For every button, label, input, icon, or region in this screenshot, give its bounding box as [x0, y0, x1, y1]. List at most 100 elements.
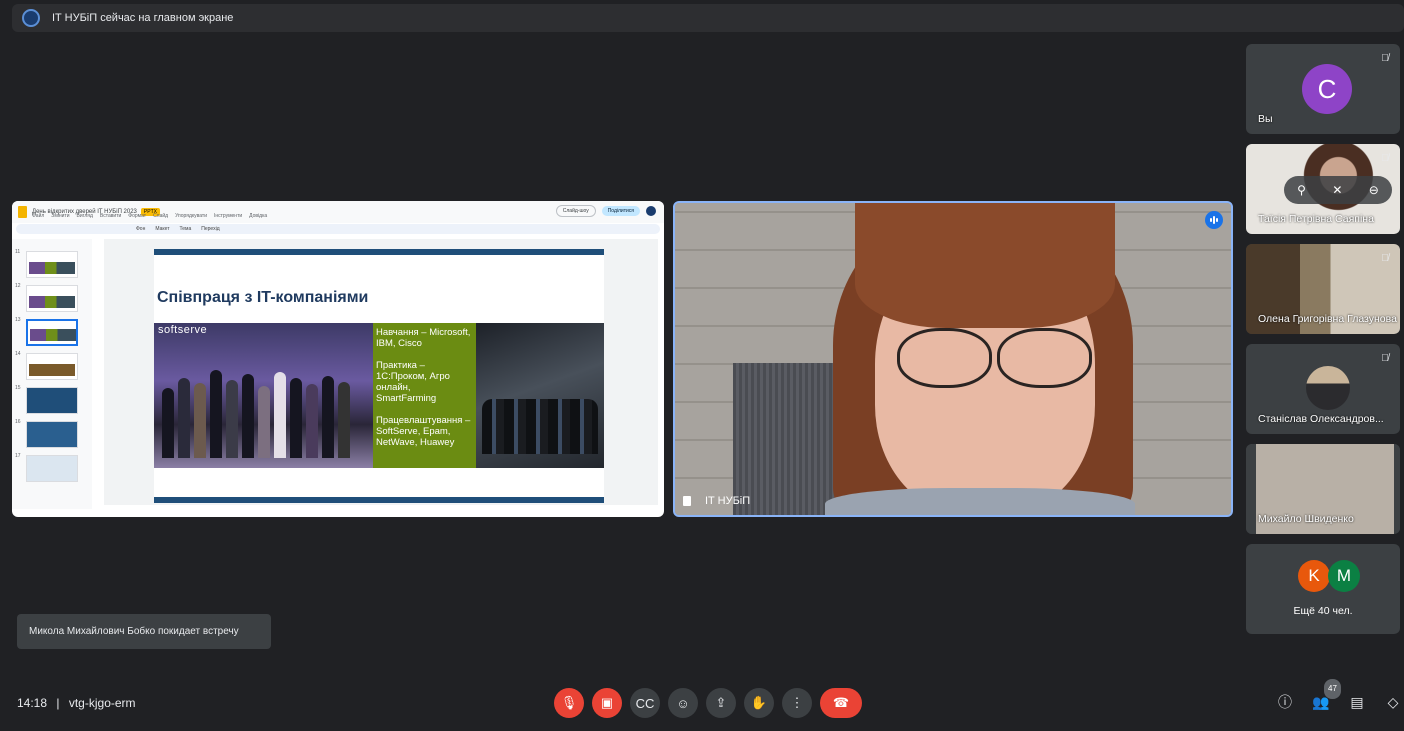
account-avatar [646, 206, 656, 216]
slideshow-button: Слайд-шоу [555, 205, 596, 217]
menu-item: Упорядкувати [175, 213, 207, 219]
slide-number: 15 [15, 385, 21, 391]
avatar: M [1328, 560, 1360, 592]
employment-line: Працевлаштування – SoftServe, Epam, NetW… [376, 415, 471, 448]
presentation-tile[interactable]: День відкритих дверей IT НУБіП 2023 PPTX… [12, 201, 664, 517]
participant-name: Станіслав Олександров... [1258, 413, 1384, 425]
info-icon[interactable]: ⓘ [1276, 693, 1294, 711]
menu-item: Змінити [51, 213, 70, 219]
mute-icon[interactable]: ✕ [1332, 183, 1342, 197]
menu-item: Файл [32, 213, 45, 219]
participant-name: Михайло Швиденко [1258, 513, 1354, 525]
more-participants-tile[interactable]: K M Ещё 40 чел. [1246, 544, 1400, 634]
speaker-name: IT НУБіП [705, 495, 751, 507]
more-avatars: K M [1298, 560, 1360, 592]
call-controls: 🎙 ▣ CC ☺ ⇪ ✋ ⋮ ☎ [554, 688, 862, 718]
toolbar-item: Макет [155, 226, 170, 232]
slide-thumbnail [26, 455, 78, 482]
tile-hover-controls[interactable]: ⚲ ✕ ⊖ [1284, 176, 1392, 204]
people-count: 47 [1324, 679, 1341, 699]
slide-bottom-bar [154, 497, 604, 503]
chat-icon[interactable]: ▤ [1348, 693, 1366, 711]
slide-number: 11 [15, 249, 21, 255]
editor-actions: Слайд-шоу Поділитися [555, 205, 656, 217]
slide-number: 14 [15, 351, 21, 357]
mic-off-icon: 🎙̸ [1381, 353, 1389, 364]
current-time: 14:18 [17, 696, 48, 710]
slide-thumbnail [26, 285, 78, 312]
slide-thumbnail-selected [26, 319, 78, 346]
pin-icon[interactable]: ⚲ [1297, 183, 1306, 197]
separator: | [56, 696, 60, 710]
remove-icon[interactable]: ⊖ [1369, 183, 1379, 197]
meeting-info: 14:18 | vtg-kjgo-erm [17, 696, 136, 710]
mic-off-icon: 🎙̸ [1381, 153, 1389, 164]
activities-icon[interactable]: ◇ [1384, 693, 1402, 711]
slide-title: Співпраця з IT-компаніями [157, 289, 369, 306]
more-count-label: Ещё 40 чел. [1293, 605, 1353, 617]
mic-off-icon: 🎙̸ [1381, 53, 1389, 64]
speaker-tile[interactable]: IT НУБіП [673, 201, 1233, 517]
pin-icon [683, 496, 691, 506]
toolbar-item: Тема [179, 226, 192, 232]
menu-item: Вигляд [76, 213, 93, 219]
editor-toolbar: Фон Макет Тема Перехід [16, 224, 660, 234]
side-controls: ⓘ 👥 47 ▤ ◇ [1276, 679, 1402, 711]
slide-number: 16 [15, 419, 21, 425]
captions-button[interactable]: CC [630, 688, 660, 718]
practice-line: Практика – 1С:Проком, Агро онлайн, Smart… [376, 360, 450, 404]
slide-thumbnail [26, 251, 78, 278]
people-icon[interactable]: 👥 47 [1312, 679, 1341, 711]
menu-item: Довідка [249, 213, 268, 219]
more-options-button[interactable]: ⋮ [782, 688, 812, 718]
emoji-button[interactable]: ☺ [668, 688, 698, 718]
participant-name: Таїсія Петрівна Саяпіна [1258, 213, 1374, 225]
avatar: C [1302, 64, 1352, 114]
cooperation-text-box: Навчання – Microsoft, IBM, Cisco Практик… [373, 323, 476, 468]
slide-top-bar [154, 249, 604, 255]
avatar [1306, 366, 1350, 410]
slide-thumbnail [26, 421, 78, 448]
current-slide: Співпраця з IT-компаніями softserve Навч… [154, 249, 604, 503]
slide-number: 13 [15, 317, 21, 323]
leave-notification: Микола Михайлович Бобко покидает встречу [17, 614, 271, 649]
slide-filmstrip: 11 12 13 14 15 16 17 [12, 239, 92, 509]
banner-text: IT НУБіП сейчас на главном экране [52, 12, 234, 24]
participant-tile[interactable]: ⚲ ✕ ⊖ 🎙̸ Таїсія Петрівна Саяпіна [1246, 144, 1400, 234]
speaking-indicator-icon [1205, 211, 1223, 229]
people-group [162, 363, 362, 458]
participant-tile[interactable]: 🎙̸ Олена Григорівна Глазунова [1246, 244, 1400, 334]
study-line: Навчання – Microsoft, IBM, Cisco [376, 327, 471, 349]
presenting-banner: IT НУБіП сейчас на главном экране [12, 4, 1404, 32]
menu-item: Слайд [153, 213, 169, 219]
speaker-shirt [825, 488, 1135, 515]
toolbar-item: Перехід [201, 226, 220, 232]
group-photo: softserve [154, 323, 373, 468]
mic-off-icon: 🎙̸ [1381, 253, 1389, 264]
bottom-toolbar: 14:18 | vtg-kjgo-erm 🎙 ▣ CC ☺ ⇪ ✋ ⋮ ☎ ⓘ … [0, 679, 1404, 724]
participant-name: Вы [1258, 113, 1273, 125]
slide-thumbnail [26, 353, 78, 380]
menu-item: Інструменти [213, 213, 243, 219]
slide-thumbnail [26, 387, 78, 414]
participant-tile[interactable]: Михайло Швиденко [1246, 444, 1400, 534]
slide-number: 12 [15, 283, 21, 289]
leave-call-button[interactable]: ☎ [820, 688, 862, 718]
glasses-right [997, 328, 1092, 388]
mic-off-button[interactable]: 🎙 [554, 688, 584, 718]
glasses-left [897, 328, 992, 388]
participant-tile[interactable]: 🎙̸ Станіслав Олександров... [1246, 344, 1400, 434]
students-group [482, 399, 598, 454]
speaker-fringe [855, 203, 1115, 328]
presenter-logo-icon [22, 9, 40, 27]
chair [733, 363, 843, 515]
avatar: K [1298, 560, 1330, 592]
slide-number: 17 [15, 453, 21, 459]
toolbar-item: Фон [136, 226, 146, 232]
present-button[interactable]: ⇪ [706, 688, 736, 718]
speaker-label: IT НУБіП [683, 495, 750, 507]
menu-item: Формат [128, 213, 147, 219]
raise-hand-button[interactable]: ✋ [744, 688, 774, 718]
participant-tile-self[interactable]: C 🎙̸ Вы [1246, 44, 1400, 134]
camera-off-button[interactable]: ▣ [592, 688, 622, 718]
